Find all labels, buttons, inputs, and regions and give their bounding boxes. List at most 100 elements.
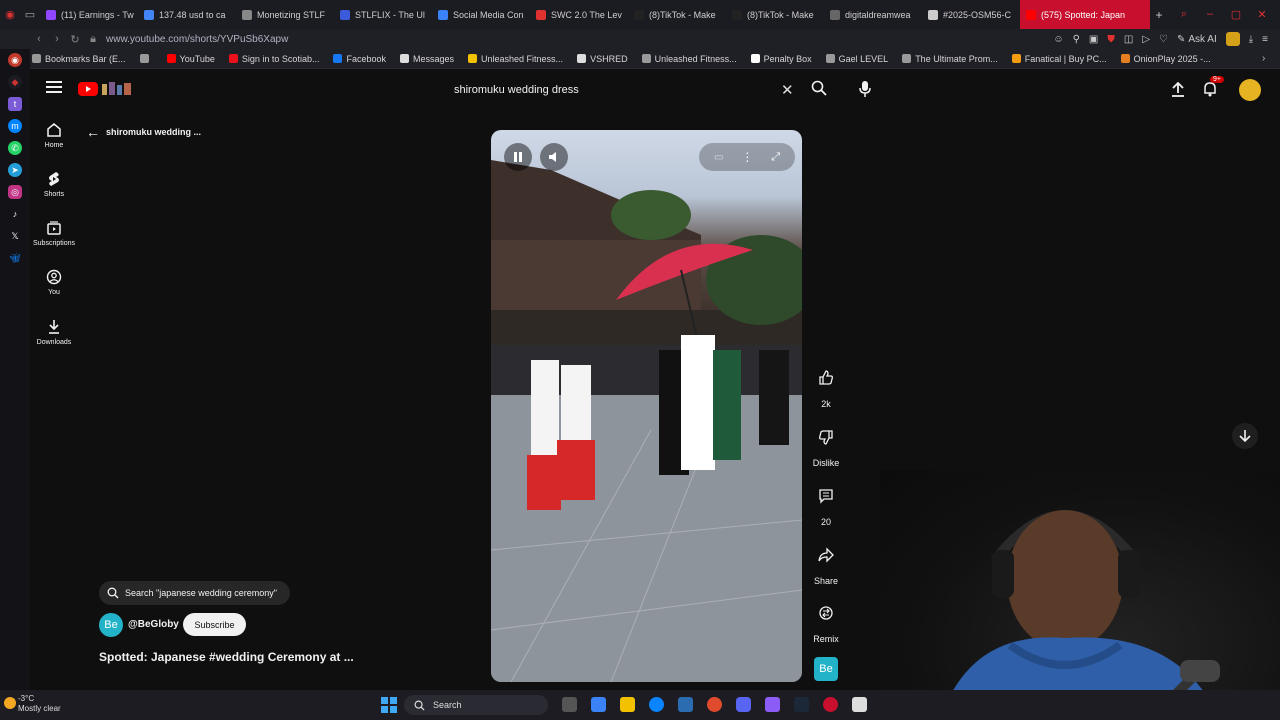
bookmarks-overflow-icon[interactable]: › [1262,53,1265,64]
tiktok-icon[interactable]: ♪ [8,207,22,221]
opera-flow-icon[interactable]: ◆ [8,75,22,89]
search-button[interactable] [811,80,827,101]
tab[interactable]: STLFLIX - The Ul [334,0,432,29]
menu-icon[interactable] [46,80,62,99]
tab[interactable]: (8)TikTok - Make [628,0,726,29]
tab-menu-icon[interactable]: ▭ [20,8,40,21]
back-to-search-button[interactable]: ← shiromuku wedding ... [86,124,201,140]
bookmark-item[interactable]: Gael LEVEL [825,54,888,64]
guide-item-subscriptions[interactable]: Subscriptions [30,220,78,247]
x-icon[interactable]: 𝕏 [8,229,22,243]
forward-nav-icon[interactable]: › [48,33,66,45]
opera-logo-icon[interactable]: ◉ [0,8,20,21]
edge-icon[interactable] [649,697,664,712]
bookmark-item[interactable]: Sign in to Scotiab... [228,54,319,64]
heart-icon[interactable]: ♡ [1159,34,1168,45]
pause-button[interactable] [504,143,532,171]
comments-button[interactable]: 20 [808,481,844,527]
clear-search-icon[interactable]: ✕ [781,81,794,99]
weather-widget[interactable]: -3°C Mostly clear [18,694,61,714]
channel-name[interactable]: @BeGloby [128,619,179,630]
opera-taskbar-icon[interactable] [823,697,838,712]
minimize-icon[interactable]: – [1200,8,1220,21]
channel-audio-thumbnail[interactable]: Be [814,657,838,681]
task-view-icon[interactable] [562,697,577,712]
tab[interactable]: digitaldreamwea [824,0,922,29]
file-explorer-icon[interactable] [620,697,635,712]
bluesky-icon[interactable]: 🦋︎ [8,251,22,265]
reload-icon[interactable]: ↻ [66,33,84,46]
bookmark-item[interactable]: Unleashed Fitness... [468,54,563,64]
video-title[interactable]: Spotted: Japanese #wedding Ceremony at .… [99,650,354,664]
subscribe-button[interactable]: Subscribe [183,613,246,636]
chrome-icon[interactable] [707,697,722,712]
screenshot-icon[interactable]: ▣ [1089,34,1098,45]
telegram-icon[interactable]: ➤ [8,163,22,177]
bookmark-item[interactable]: Fanatical | Buy PC... [1011,54,1107,64]
taskbar-search[interactable]: Search [404,695,548,715]
guide-item-shorts[interactable]: Shorts [30,171,78,198]
bookmark-item[interactable]: OnionPlay 2025 -... [1120,54,1211,64]
captions-icon[interactable]: ▭ [714,152,723,163]
search-tabs-icon[interactable]: ⌕ [1174,8,1194,21]
tab[interactable]: (11) Earnings - Tw [40,0,138,29]
profile-avatar[interactable] [1225,32,1240,46]
maximize-icon[interactable]: ▢ [1226,8,1246,21]
discord-icon[interactable] [736,697,751,712]
new-tab-button[interactable]: + [1150,8,1168,22]
bookmark-item[interactable]: Facebook [333,54,386,64]
opera-ai-icon[interactable]: ◉ [8,53,22,67]
steam-icon[interactable] [794,697,809,712]
like-button[interactable]: 2k [808,363,844,409]
store-icon[interactable] [678,697,693,712]
bookmark-item[interactable]: Unleashed Fitness... [641,54,737,64]
next-short-button[interactable] [1232,423,1258,449]
back-nav-icon[interactable]: ‹ [30,33,48,45]
account-avatar[interactable] [1239,79,1261,101]
shorts-video-player[interactable]: ▭ ⋮ ⤢ [491,130,802,682]
ask-ai-button[interactable]: ✎ Ask AI [1177,34,1217,45]
tab[interactable]: 137.48 usd to ca [138,0,236,29]
bookmark-item[interactable]: The Ultimate Prom... [902,54,998,64]
play-icon[interactable]: ▷ [1142,34,1150,45]
bookmark-item[interactable] [139,54,153,63]
twitch-icon[interactable]: t [8,97,22,111]
bookmark-item[interactable]: VSHRED [577,54,628,64]
download-icon[interactable]: ⤓ [1249,34,1253,45]
url-field[interactable]: www.youtube.com/shorts/YVPuSb6Xapw [106,34,288,45]
tab[interactable]: Social Media Con [432,0,530,29]
close-window-icon[interactable]: ✕ [1252,8,1272,21]
snapshot-icon[interactable]: ◫ [1124,34,1133,45]
fullscreen-icon[interactable]: ⤢ [771,151,780,164]
tab[interactable]: SWC 2.0 The Lev [530,0,628,29]
bookmark-item[interactable]: YouTube [166,54,215,64]
bookmark-item[interactable]: Messages [399,54,454,64]
easy-setup-icon[interactable]: ≡ [1262,34,1268,45]
messenger-icon[interactable]: m [8,119,22,133]
tab-active[interactable]: (575) Spotted: Japan [1020,0,1150,29]
pin-icon[interactable]: ⚲ [1073,34,1080,45]
share-button[interactable]: Share [808,540,844,586]
start-button[interactable] [381,697,397,718]
dislike-button[interactable]: Dislike [808,422,844,468]
voice-search-button[interactable] [858,80,872,103]
more-options-icon[interactable]: ⋮ [741,150,753,164]
search-input[interactable]: shiromuku wedding dress [443,77,837,103]
bookmark-item[interactable]: Penalty Box [750,54,812,64]
notifications-button[interactable]: 9+ [1202,76,1224,102]
tab[interactable]: (8)TikTok - Make [726,0,824,29]
guide-item-you[interactable]: You [30,269,78,296]
tab[interactable]: #2025-OSM56-C [922,0,1020,29]
shield-icon[interactable]: ⛊ [1107,34,1115,45]
emoji-icon[interactable]: ☺ [1053,34,1063,45]
guide-item-home[interactable]: Home [30,122,78,149]
vpn-icon[interactable] [765,697,780,712]
copilot-icon[interactable] [591,697,606,712]
upload-button[interactable] [1171,81,1185,102]
tab[interactable]: Monetizing STLF [236,0,334,29]
youtube-logo[interactable] [78,81,133,97]
remix-button[interactable]: Remix [808,598,844,644]
document-icon[interactable] [852,697,867,712]
instagram-icon[interactable]: ◎ [8,185,22,199]
mute-button[interactable] [540,143,568,171]
